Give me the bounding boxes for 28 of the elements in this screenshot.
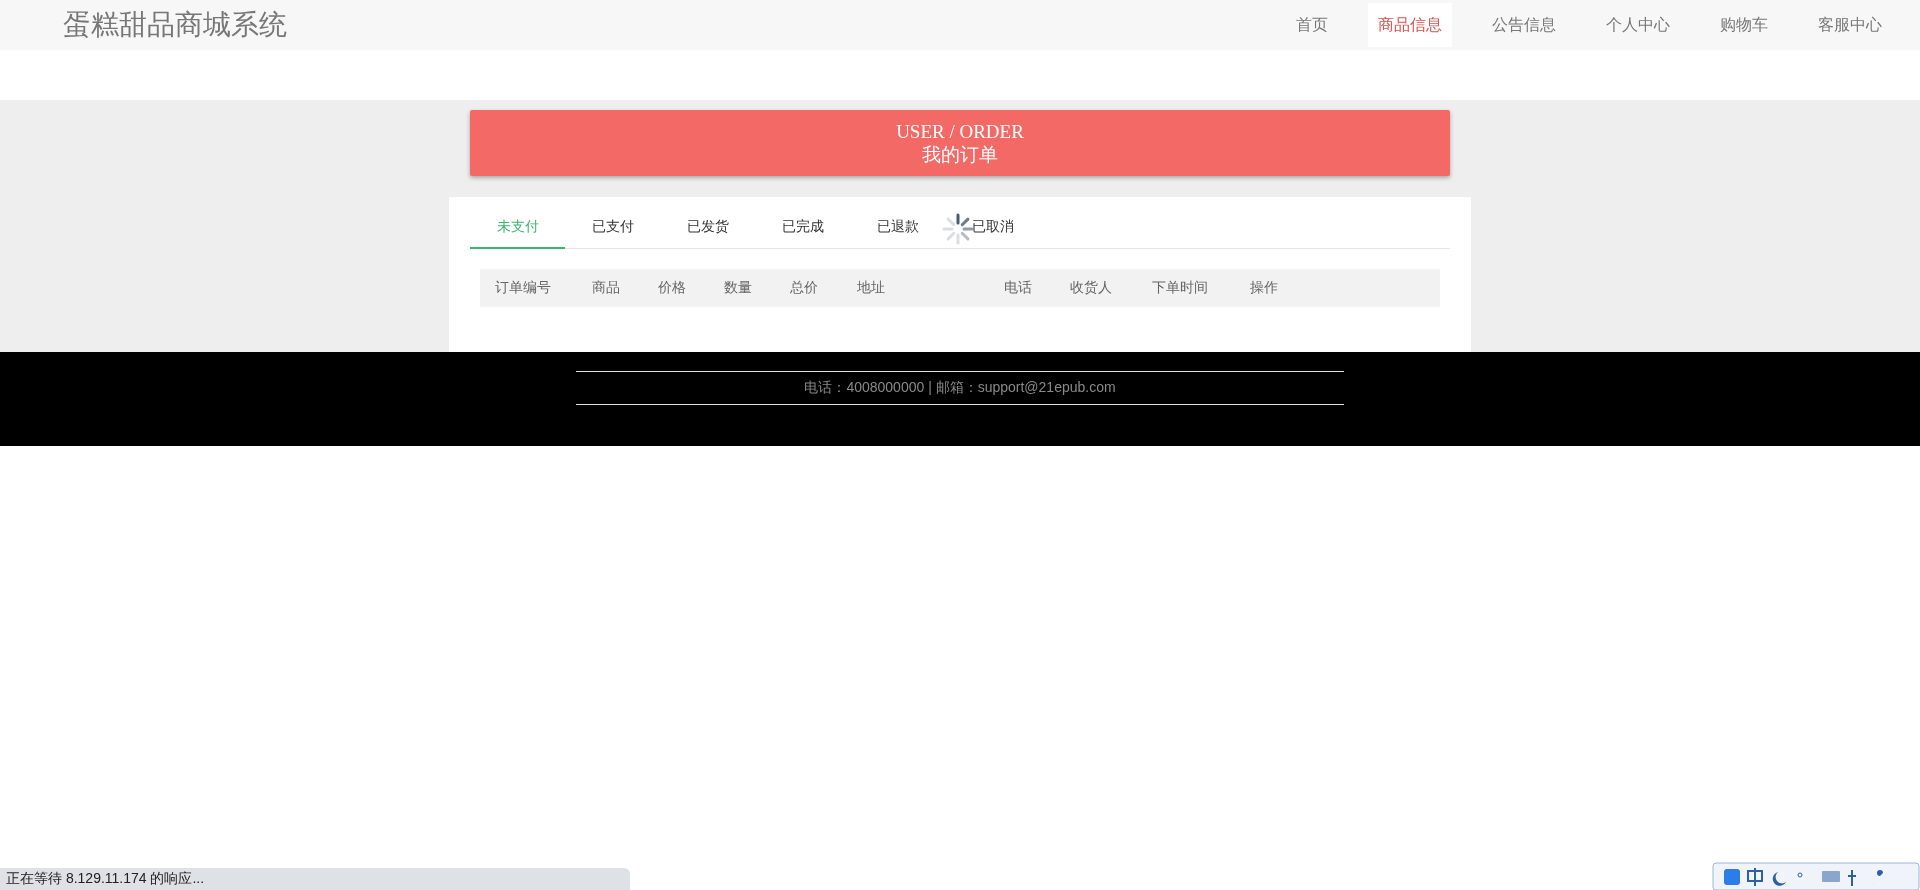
order-tab[interactable]: 已取消 xyxy=(945,207,1040,249)
order-tab[interactable]: 已发货 xyxy=(660,207,755,249)
banner-subtitle: USER / ORDER xyxy=(896,120,1024,143)
column-header: 数量 xyxy=(724,279,753,297)
column-header: 下单时间 xyxy=(1152,279,1209,297)
nav-link[interactable]: 首页 xyxy=(1286,3,1338,47)
loading-spinner-icon xyxy=(942,213,974,245)
column-header: 商品 xyxy=(592,279,621,297)
nav-link[interactable]: 购物车 xyxy=(1710,3,1778,47)
order-tab[interactable]: 已支付 xyxy=(565,207,660,249)
column-header: 收货人 xyxy=(1070,279,1113,297)
site-title: 蛋糕甜品商城系统 xyxy=(63,8,288,42)
column-header: 总价 xyxy=(790,279,819,297)
nav-link[interactable]: 个人中心 xyxy=(1596,3,1680,47)
browser-status-bar: 正在等待 8.129.11.174 的响应... xyxy=(0,868,630,890)
banner-title: 我的订单 xyxy=(922,143,998,166)
nav-link[interactable]: 公告信息 xyxy=(1482,3,1566,47)
column-header: 价格 xyxy=(658,279,687,297)
nav-link[interactable]: 商品信息 xyxy=(1368,3,1452,47)
order-tab[interactable]: 未支付 xyxy=(470,207,565,249)
order-tab[interactable]: 已退款 xyxy=(850,207,945,249)
column-header: 地址 xyxy=(857,279,886,297)
nav-link[interactable]: 客服中心 xyxy=(1808,3,1892,47)
column-header: 操作 xyxy=(1250,279,1279,297)
column-header: 订单编号 xyxy=(495,279,552,297)
order-tab[interactable]: 已完成 xyxy=(755,207,850,249)
footer-contact: 电话：4008000000 | 邮箱：support@21epub.com xyxy=(804,379,1116,397)
column-header: 电话 xyxy=(1004,279,1033,297)
